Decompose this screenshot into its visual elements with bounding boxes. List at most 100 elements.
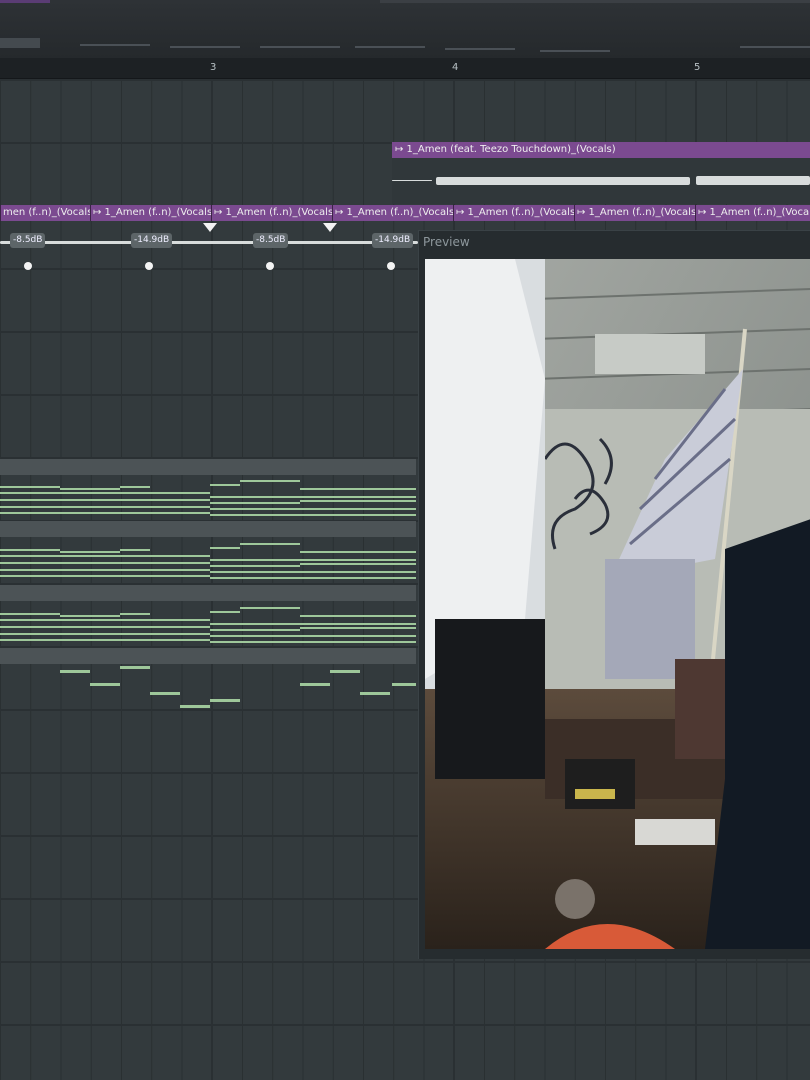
ruler-mark-5: 5 bbox=[694, 62, 701, 73]
automation-point-icon[interactable] bbox=[266, 262, 274, 270]
ruler-mark-3: 3 bbox=[210, 62, 217, 73]
volume-tag[interactable]: -8.5dB bbox=[10, 233, 46, 248]
midi-note bbox=[300, 559, 416, 561]
waveform-line bbox=[392, 180, 432, 181]
clip-slice[interactable]: ↦ 1_Amen (f..n)_(Vocals) bbox=[453, 205, 574, 221]
toolbar-track-line bbox=[540, 50, 610, 52]
clip-slice[interactable]: men (f..n)_(Vocals) bbox=[0, 205, 90, 221]
clip-slice[interactable]: ↦ 1_Amen (f..n)_(Vocals) bbox=[574, 205, 695, 221]
midi-note bbox=[210, 484, 240, 486]
midi-note bbox=[210, 611, 240, 613]
automation-point-icon[interactable] bbox=[387, 262, 395, 270]
midi-note bbox=[300, 488, 416, 490]
midi-note bbox=[0, 506, 210, 508]
clip-slice-label: ↦ 1_Amen (f..n)_(Vocals) bbox=[456, 207, 574, 218]
midi-note bbox=[60, 670, 90, 673]
waveform bbox=[436, 177, 690, 185]
midi-note bbox=[150, 692, 180, 695]
midi-note bbox=[0, 562, 210, 564]
pattern-header[interactable] bbox=[0, 648, 416, 664]
clip-slice-label: men (f..n)_(Vocals) bbox=[3, 207, 90, 218]
automation-marker-icon[interactable] bbox=[203, 223, 217, 232]
midi-note bbox=[0, 613, 60, 615]
toolbar-accent bbox=[0, 0, 50, 3]
midi-note bbox=[120, 549, 150, 551]
clip-slice[interactable]: ↦ 1_Amen (f..n)_(Vocals) bbox=[332, 205, 453, 221]
midi-note bbox=[210, 623, 300, 625]
clip-slice[interactable]: ↦ 1_Amen (f..n)_(Vocals) bbox=[90, 205, 211, 221]
automation-marker-icon[interactable] bbox=[323, 223, 337, 232]
video-preview bbox=[425, 259, 810, 949]
video-frame-image bbox=[425, 259, 810, 949]
midi-note bbox=[300, 635, 416, 637]
toolbar-track-line bbox=[80, 44, 150, 46]
midi-note bbox=[300, 514, 416, 516]
ruler-mark-4: 4 bbox=[452, 62, 459, 73]
midi-note bbox=[0, 639, 210, 641]
toolbar-track-line bbox=[445, 48, 515, 50]
toolbar-track-line bbox=[740, 46, 810, 48]
clip-slice-label: ↦ 1_Amen (f..n)_(Vocals) bbox=[577, 207, 695, 218]
midi-note bbox=[240, 607, 300, 609]
pattern-header[interactable] bbox=[0, 521, 416, 537]
midi-note bbox=[0, 575, 210, 577]
midi-note bbox=[300, 571, 416, 573]
volume-tag[interactable]: -14.9dB bbox=[131, 233, 173, 248]
midi-note bbox=[300, 551, 416, 553]
midi-note bbox=[0, 555, 210, 557]
midi-note bbox=[300, 641, 416, 643]
midi-note bbox=[120, 486, 150, 488]
midi-note bbox=[210, 641, 300, 643]
midi-note bbox=[60, 551, 120, 553]
midi-note bbox=[180, 705, 210, 708]
midi-note bbox=[240, 543, 300, 545]
midi-note bbox=[60, 488, 120, 490]
clip-row: men (f..n)_(Vocals) ↦ 1_Amen (f..n)_(Voc… bbox=[0, 205, 810, 221]
midi-note bbox=[0, 499, 210, 501]
midi-note bbox=[210, 699, 240, 702]
clip-slice-label: ↦ 1_Amen (f..n)_(Vocals) bbox=[698, 207, 810, 218]
toolbar-top-strip bbox=[380, 0, 810, 3]
midi-note bbox=[300, 623, 416, 625]
automation-point-icon[interactable] bbox=[24, 262, 32, 270]
volume-tag[interactable]: -8.5dB bbox=[253, 233, 289, 248]
midi-note bbox=[210, 571, 300, 573]
midi-note bbox=[300, 496, 416, 498]
clip-slice[interactable]: ↦ 1_Amen (f..n)_(Vocals) bbox=[695, 205, 810, 221]
toolbar-track-line bbox=[355, 46, 425, 48]
midi-note bbox=[210, 547, 240, 549]
midi-note bbox=[120, 666, 150, 669]
midi-note bbox=[300, 615, 416, 617]
waveform bbox=[696, 176, 810, 185]
clip-slice[interactable]: ↦ 1_Amen (f..n)_(Vocals) bbox=[211, 205, 332, 221]
midi-note bbox=[210, 508, 300, 510]
pattern-header[interactable] bbox=[0, 585, 416, 601]
midi-note bbox=[0, 569, 210, 571]
midi-note bbox=[0, 486, 60, 488]
midi-note bbox=[0, 633, 210, 635]
toolbar-mini-preview[interactable] bbox=[0, 38, 40, 48]
midi-note bbox=[120, 613, 150, 615]
pattern-header[interactable] bbox=[0, 459, 416, 475]
waveform bbox=[0, 241, 418, 244]
midi-note bbox=[300, 500, 416, 502]
volume-tag[interactable]: -14.9dB bbox=[372, 233, 414, 248]
clip-slice-label: ↦ 1_Amen (f..n)_(Vocals) bbox=[93, 207, 211, 218]
midi-note bbox=[0, 492, 210, 494]
clip-header[interactable]: ↦ 1_Amen (feat. Teezo Touchdown)_(Vocals… bbox=[392, 142, 810, 158]
clip-waveform-area[interactable] bbox=[392, 158, 810, 204]
audio-clip-main[interactable]: ↦ 1_Amen (feat. Teezo Touchdown)_(Vocals… bbox=[392, 142, 810, 158]
midi-note bbox=[300, 563, 416, 565]
midi-note bbox=[0, 626, 210, 628]
toolbar-track-line bbox=[170, 46, 240, 48]
midi-note bbox=[360, 692, 390, 695]
automation-point-icon[interactable] bbox=[145, 262, 153, 270]
midi-note bbox=[210, 502, 300, 504]
midi-note bbox=[0, 619, 210, 621]
midi-note bbox=[300, 683, 330, 686]
preview-window[interactable]: Preview bbox=[418, 230, 810, 959]
midi-note bbox=[210, 635, 300, 637]
midi-note bbox=[90, 683, 120, 686]
timeline-ruler[interactable]: 3 4 5 bbox=[0, 58, 810, 79]
clip-slice-label: ↦ 1_Amen (f..n)_(Vocals) bbox=[335, 207, 453, 218]
